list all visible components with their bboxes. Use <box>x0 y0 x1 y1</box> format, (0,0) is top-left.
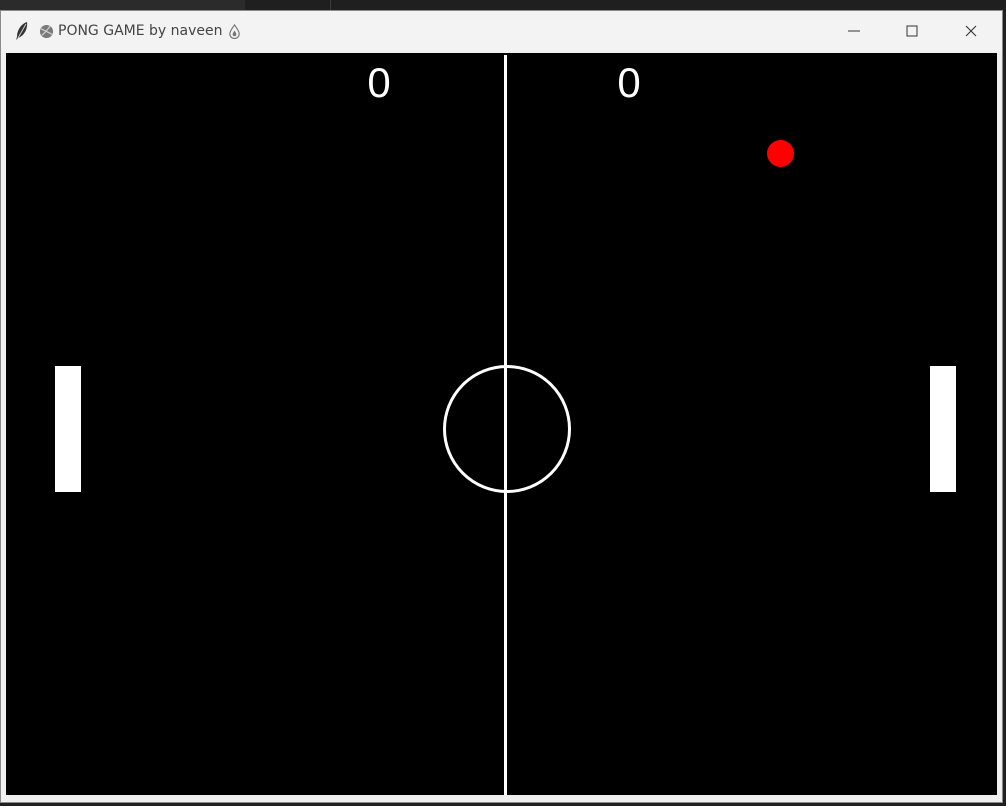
close-icon <box>965 25 977 37</box>
right-paddle <box>930 366 956 492</box>
game-canvas[interactable]: 0 0 <box>6 53 997 795</box>
title-bar[interactable]: PONG GAME by naveen <box>1 11 1002 51</box>
maximize-icon <box>906 25 918 37</box>
ball <box>767 140 794 167</box>
window-title: PONG GAME by naveen <box>39 11 242 51</box>
feather-icon <box>16 22 28 40</box>
background-divider <box>330 0 331 10</box>
tennis-ball-icon <box>39 24 54 38</box>
center-circle <box>443 365 571 493</box>
window-title-text: PONG GAME by naveen <box>58 23 223 39</box>
minimize-button[interactable] <box>825 11 883 51</box>
flame-icon <box>228 23 240 39</box>
minimize-icon <box>848 30 860 32</box>
game-window: PONG GAME by naveen 0 0 <box>0 10 1003 803</box>
left-paddle <box>55 366 81 492</box>
close-button[interactable] <box>942 11 1000 51</box>
background-tab <box>0 0 245 10</box>
maximize-button[interactable] <box>883 11 941 51</box>
left-player-score: 0 <box>367 59 391 106</box>
right-player-score: 0 <box>617 59 641 106</box>
background-taskbar-strip <box>0 0 1006 10</box>
